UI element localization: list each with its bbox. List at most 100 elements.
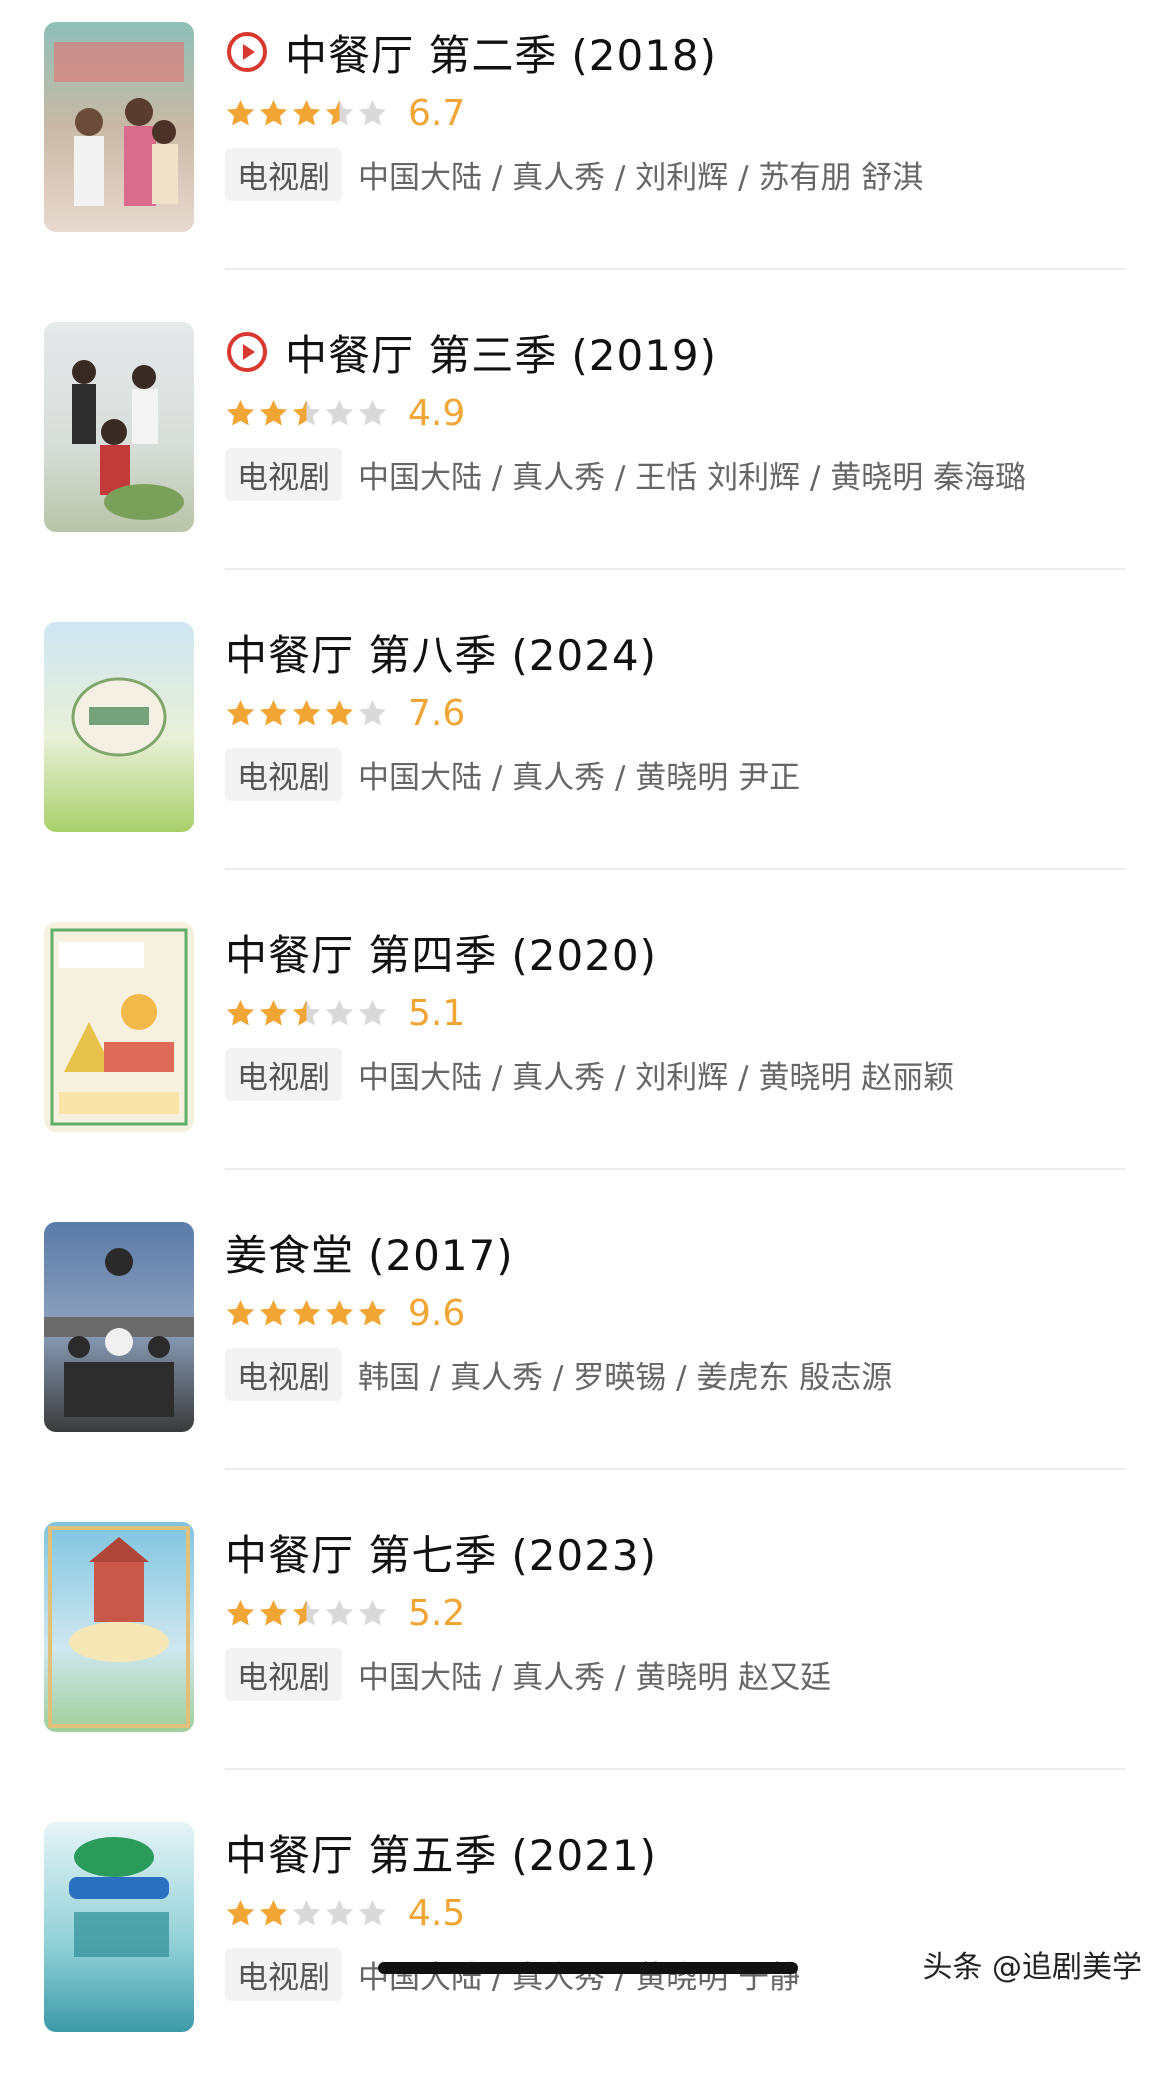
- star-icon: [325, 699, 354, 726]
- poster-thumbnail[interactable]: [44, 322, 194, 532]
- star-icon: [292, 1299, 321, 1326]
- poster-thumbnail[interactable]: [44, 22, 194, 232]
- meta-row: 电视剧 韩国 / 真人秀 / 罗暎锡 / 姜虎东 殷志源: [225, 1346, 892, 1402]
- show-title[interactable]: 中餐厅 第七季 (2023): [225, 1522, 657, 1583]
- show-title[interactable]: 中餐厅 第三季 (2019): [285, 322, 717, 383]
- show-title[interactable]: 中餐厅 第四季 (2020): [225, 922, 657, 983]
- show-title[interactable]: 姜食堂 (2017): [225, 1222, 514, 1283]
- meta-row: 电视剧 中国大陆 / 真人秀 / 刘利辉 / 苏有朋 舒淇: [225, 146, 923, 202]
- title-row: 中餐厅 第四季 (2020): [225, 922, 657, 982]
- star-icon: [358, 999, 387, 1026]
- title-row: 中餐厅 第二季 (2018): [225, 22, 717, 82]
- meta-info: 中国大陆 / 真人秀 / 王恬 刘利辉 / 黄晓明 秦海璐: [358, 459, 1027, 496]
- list-item[interactable]: 中餐厅 第四季 (2020) 5.1 电视剧 中国大陆 / 真人秀 / 刘利辉 /…: [0, 900, 1170, 1200]
- star-icon: [358, 399, 387, 426]
- star-icon: [292, 1899, 321, 1926]
- star-icon: [226, 399, 255, 426]
- star-icon: [259, 1599, 288, 1626]
- star-rating: [225, 698, 390, 729]
- show-title[interactable]: 中餐厅 第二季 (2018): [285, 22, 717, 83]
- divider: [225, 868, 1125, 870]
- star-icon: [358, 1899, 387, 1926]
- show-title[interactable]: 中餐厅 第八季 (2024): [225, 622, 657, 683]
- star-rating: [225, 98, 390, 129]
- category-tag: 电视剧: [225, 1347, 342, 1401]
- meta-row: 电视剧 中国大陆 / 真人秀 / 刘利辉 / 黄晓明 赵丽颖: [225, 1046, 954, 1102]
- rating-row: 6.7: [225, 88, 465, 138]
- divider: [225, 1168, 1125, 1170]
- meta-row: 电视剧 中国大陆 / 真人秀 / 黄晓明 赵又廷: [225, 1646, 831, 1702]
- star-rating: [225, 1298, 390, 1329]
- play-circle-icon[interactable]: [225, 330, 269, 374]
- poster-thumbnail[interactable]: [44, 1222, 194, 1432]
- star-icon: [325, 1599, 354, 1626]
- category-tag: 电视剧: [225, 147, 342, 201]
- category-tag: 电视剧: [225, 1047, 342, 1101]
- rating-score: 4.9: [408, 392, 466, 434]
- meta-info: 中国大陆 / 真人秀 / 刘利辉 / 苏有朋 舒淇: [358, 159, 924, 196]
- star-rating: [225, 398, 390, 429]
- star-rating: [225, 1598, 390, 1629]
- rating-row: 4.9: [225, 388, 465, 438]
- star-icon: [325, 99, 354, 126]
- poster-thumbnail[interactable]: [44, 622, 194, 832]
- star-icon: [325, 1899, 354, 1926]
- rating-score: 5.1: [408, 992, 466, 1034]
- watermark-text: 头条 @追剧美学: [922, 1950, 1142, 1985]
- rating-row: 4.5: [225, 1888, 465, 1938]
- star-icon: [292, 1599, 321, 1626]
- list-item[interactable]: 中餐厅 第七季 (2023) 5.2 电视剧 中国大陆 / 真人秀 / 黄晓明 赵…: [0, 1500, 1170, 1800]
- list-item[interactable]: 中餐厅 第三季 (2019) 4.9 电视剧 中国大陆 / 真人秀 / 王恬 刘利…: [0, 300, 1170, 600]
- play-circle-icon[interactable]: [225, 30, 269, 74]
- rating-score: 7.6: [408, 692, 466, 734]
- star-icon: [226, 1599, 255, 1626]
- star-rating: [225, 1898, 390, 1929]
- star-icon: [259, 399, 288, 426]
- rating-row: 5.1: [225, 988, 465, 1038]
- title-row: 中餐厅 第三季 (2019): [225, 322, 717, 382]
- star-icon: [259, 99, 288, 126]
- divider: [225, 568, 1125, 570]
- category-tag: 电视剧: [225, 447, 342, 501]
- star-icon: [292, 699, 321, 726]
- star-icon: [358, 99, 387, 126]
- divider: [225, 1468, 1125, 1470]
- star-icon: [325, 1299, 354, 1326]
- meta-info: 韩国 / 真人秀 / 罗暎锡 / 姜虎东 殷志源: [358, 1359, 893, 1396]
- meta-info: 中国大陆 / 真人秀 / 黄晓明 尹正: [358, 759, 801, 796]
- poster-thumbnail[interactable]: [44, 1522, 194, 1732]
- category-tag: 电视剧: [225, 1647, 342, 1701]
- rating-row: 9.6: [225, 1288, 465, 1338]
- star-icon: [226, 99, 255, 126]
- poster-thumbnail[interactable]: [44, 922, 194, 1132]
- category-tag: 电视剧: [225, 747, 342, 801]
- poster-thumbnail[interactable]: [44, 1822, 194, 2032]
- star-icon: [259, 1899, 288, 1926]
- star-icon: [325, 399, 354, 426]
- list-item[interactable]: 中餐厅 第二季 (2018) 6.7 电视剧 中国大陆 / 真人秀 / 刘利辉 /…: [0, 0, 1170, 300]
- rating-score: 9.6: [408, 1292, 466, 1334]
- title-row: 中餐厅 第七季 (2023): [225, 1522, 657, 1582]
- meta-info: 中国大陆 / 真人秀 / 黄晓明 赵又廷: [358, 1659, 832, 1696]
- list-item[interactable]: 中餐厅 第八季 (2024) 7.6 电视剧 中国大陆 / 真人秀 / 黄晓明 尹…: [0, 600, 1170, 900]
- star-icon: [259, 1299, 288, 1326]
- list-item[interactable]: 姜食堂 (2017) 9.6 电视剧 韩国 / 真人秀 / 罗暎锡 / 姜虎东 殷…: [0, 1200, 1170, 1500]
- meta-row: 电视剧 中国大陆 / 真人秀 / 王恬 刘利辉 / 黄晓明 秦海璐: [225, 446, 1026, 502]
- star-icon: [292, 999, 321, 1026]
- rating-row: 7.6: [225, 688, 465, 738]
- star-icon: [226, 999, 255, 1026]
- divider: [225, 268, 1125, 270]
- rating-score: 4.5: [408, 1892, 466, 1934]
- star-icon: [292, 99, 321, 126]
- star-icon: [325, 999, 354, 1026]
- home-indicator[interactable]: [378, 1962, 798, 1974]
- star-rating: [225, 998, 390, 1029]
- title-row: 姜食堂 (2017): [225, 1222, 514, 1282]
- rating-score: 6.7: [408, 92, 466, 134]
- meta-info: 中国大陆 / 真人秀 / 刘利辉 / 黄晓明 赵丽颖: [358, 1059, 955, 1096]
- rating-row: 5.2: [225, 1588, 465, 1638]
- star-icon: [226, 1299, 255, 1326]
- show-title[interactable]: 中餐厅 第五季 (2021): [225, 1822, 657, 1883]
- divider: [225, 1768, 1125, 1770]
- meta-row: 电视剧 中国大陆 / 真人秀 / 黄晓明 尹正: [225, 746, 800, 802]
